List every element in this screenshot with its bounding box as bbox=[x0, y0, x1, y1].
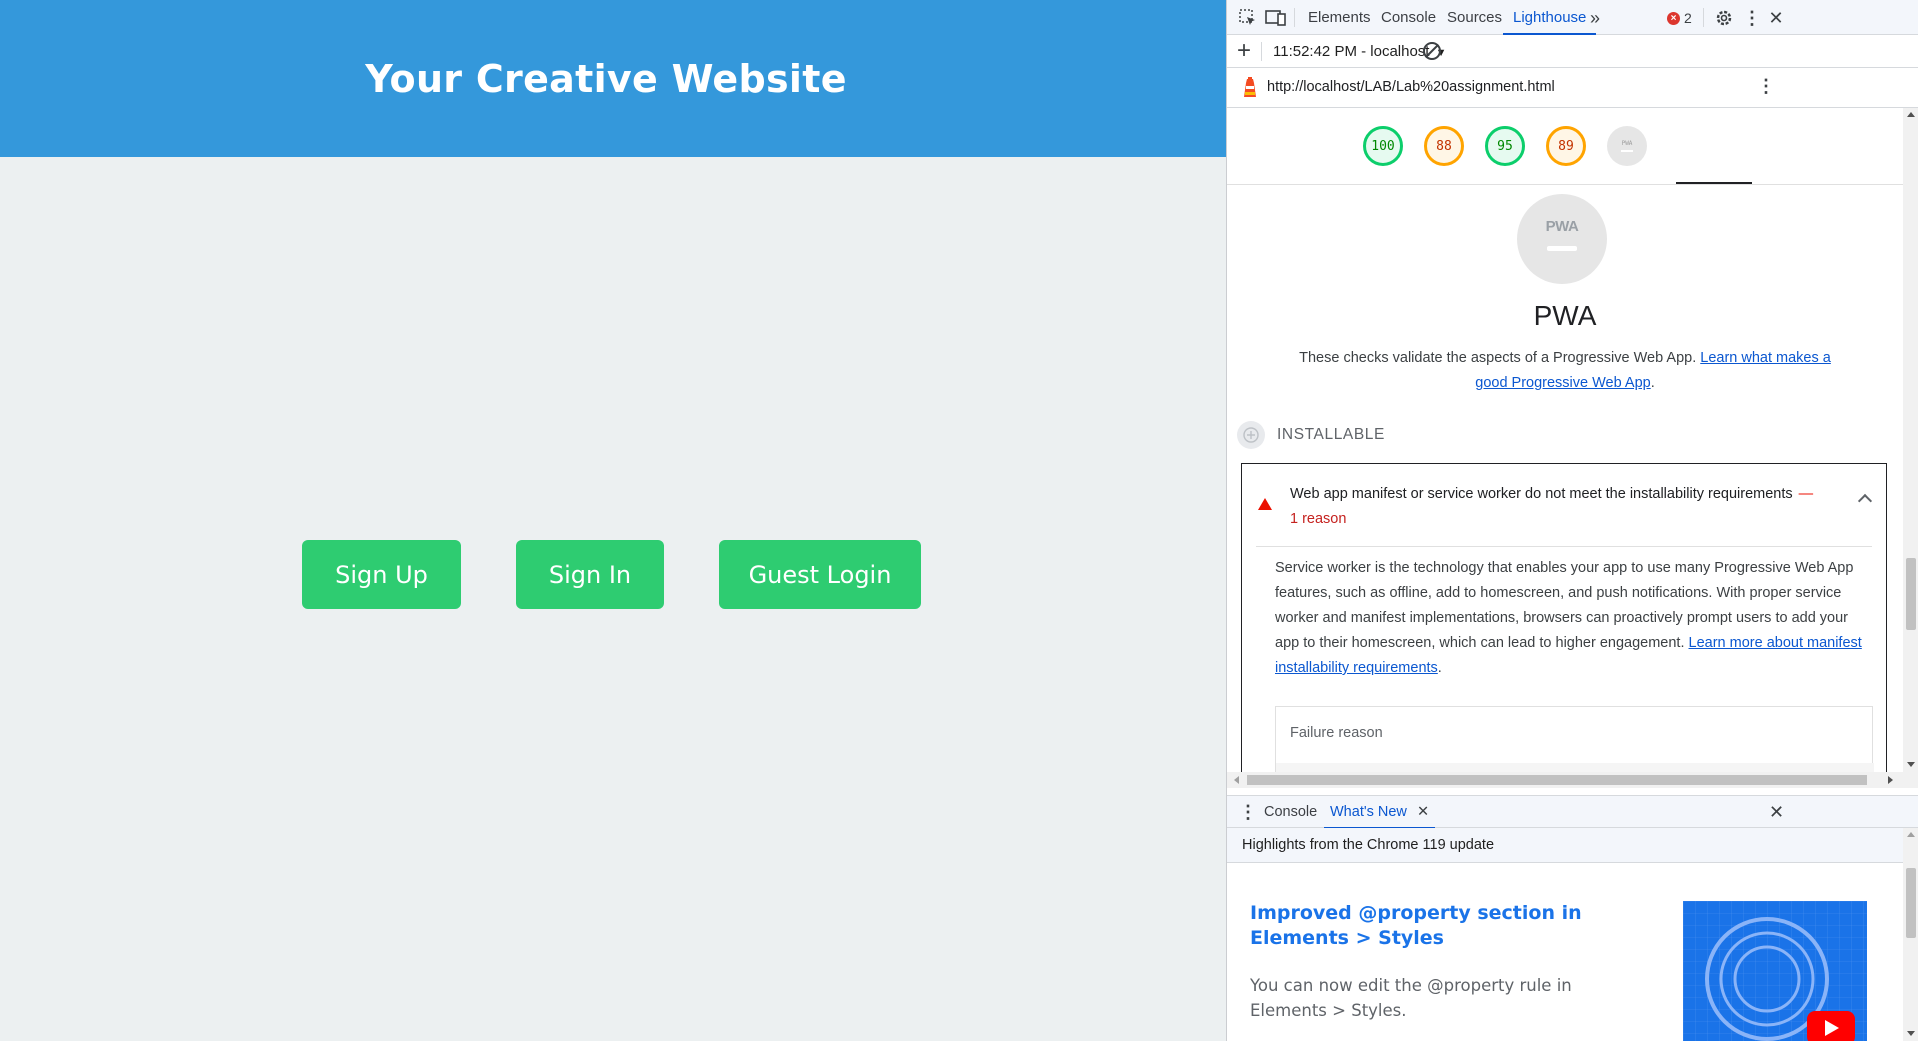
site-header: Your Creative Website bbox=[0, 0, 1226, 157]
score-gauge-pwa[interactable]: PWA bbox=[1607, 126, 1647, 166]
installable-plus-icon bbox=[1237, 421, 1265, 449]
score-gauges: 100 88 95 89 PWA bbox=[1227, 108, 1903, 185]
report-url-bar: http://localhost/LAB/Lab%20assignment.ht… bbox=[1227, 68, 1918, 108]
error-count: 2 bbox=[1684, 10, 1692, 26]
feature-video-thumbnail[interactable] bbox=[1683, 901, 1867, 1041]
lighthouse-logo-icon bbox=[1241, 77, 1259, 103]
scroll-up-arrow-icon[interactable] bbox=[1907, 112, 1915, 117]
close-drawer-icon[interactable]: ✕ bbox=[1769, 802, 1784, 823]
clear-all-icon[interactable] bbox=[1423, 42, 1441, 60]
pwa-gauge-dash bbox=[1621, 150, 1633, 152]
drawer-menu-icon[interactable]: ⋮ bbox=[1239, 802, 1257, 823]
scroll-right-arrow-icon[interactable] bbox=[1888, 776, 1893, 784]
score-gauge-seo[interactable]: 89 bbox=[1546, 126, 1586, 166]
audit-description: Service worker is the technology that en… bbox=[1275, 556, 1865, 681]
new-report-icon[interactable]: + bbox=[1237, 37, 1251, 65]
audit-title-text: Web app manifest or service worker do no… bbox=[1290, 486, 1793, 502]
devtools-tabbar: Elements Console Sources Lighthouse » × … bbox=[1227, 0, 1918, 35]
whats-new-content: Improved @property section in Elements >… bbox=[1227, 863, 1903, 1041]
scroll-left-arrow-icon[interactable] bbox=[1234, 776, 1239, 784]
feature-title[interactable]: Improved @property section in Elements >… bbox=[1250, 901, 1610, 951]
tabbar-divider bbox=[1294, 8, 1295, 27]
site-title: Your Creative Website bbox=[365, 56, 847, 101]
category-description-text: These checks validate the aspects of a P… bbox=[1299, 350, 1701, 366]
whats-new-highlight: Highlights from the Chrome 119 update bbox=[1242, 837, 1495, 853]
score-gauge-accessibility[interactable]: 88 bbox=[1424, 126, 1464, 166]
error-icon: × bbox=[1667, 11, 1680, 25]
scroll-down-arrow-icon[interactable] bbox=[1907, 1031, 1915, 1036]
report-url: http://localhost/LAB/Lab%20assignment.ht… bbox=[1267, 79, 1555, 95]
audit-dash: — bbox=[1798, 486, 1814, 502]
installability-audit[interactable]: Web app manifest or service worker do no… bbox=[1241, 463, 1887, 772]
error-counter[interactable]: × 2 bbox=[1667, 10, 1692, 26]
audit-description-period: . bbox=[1437, 660, 1442, 676]
category-description: These checks validate the aspects of a P… bbox=[1297, 346, 1833, 396]
chevron-up-icon[interactable] bbox=[1857, 493, 1873, 509]
category-title: PWA bbox=[1533, 300, 1597, 331]
pwa-gauge-logo: PWA bbox=[1621, 140, 1633, 147]
whats-new-header: Highlights from the Chrome 119 update bbox=[1227, 828, 1918, 863]
report-horizontal-scrollbar[interactable] bbox=[1227, 772, 1918, 788]
fail-triangle-icon bbox=[1258, 498, 1272, 510]
feature-text: You can now edit the @property rule in E… bbox=[1250, 976, 1572, 1020]
audit-title: Web app manifest or service worker do no… bbox=[1290, 482, 1850, 532]
tabbar-divider bbox=[1703, 8, 1704, 27]
installable-group-header: INSTALLABLE bbox=[1237, 420, 1385, 450]
failure-reason-header: Failure reason bbox=[1290, 725, 1383, 741]
toolbar-divider bbox=[1261, 42, 1262, 61]
scroll-up-arrow-icon[interactable] bbox=[1907, 832, 1915, 837]
description-period: . bbox=[1650, 375, 1655, 391]
tab-console[interactable]: Console bbox=[1381, 0, 1436, 35]
drawer-tab-whats-new-label: What's New bbox=[1330, 804, 1407, 820]
report-vertical-scrollbar[interactable] bbox=[1903, 108, 1918, 772]
close-devtools-icon[interactable]: ✕ bbox=[1765, 7, 1787, 29]
failure-reason-table: Failure reason bbox=[1275, 706, 1874, 772]
audit-reason-count: 1 reason bbox=[1290, 511, 1347, 527]
scrollbar-thumb[interactable] bbox=[1906, 868, 1916, 938]
report-selector[interactable]: 11:52:42 PM - localhost ▼ bbox=[1273, 43, 1447, 60]
tab-lighthouse[interactable]: Lighthouse bbox=[1503, 0, 1597, 35]
scrollbar-thumb[interactable] bbox=[1906, 558, 1916, 630]
drawer-vertical-scrollbar[interactable] bbox=[1903, 828, 1918, 1041]
audit-divider bbox=[1256, 546, 1872, 547]
lighthouse-toolbar: + 11:52:42 PM - localhost ▼ bbox=[1227, 35, 1918, 68]
score-gauge-best-practices[interactable]: 95 bbox=[1485, 126, 1525, 166]
settings-gear-icon[interactable] bbox=[1713, 7, 1735, 29]
score-gauge-performance[interactable]: 100 bbox=[1363, 126, 1403, 166]
drawer-tab-console[interactable]: Console bbox=[1264, 804, 1317, 820]
sign-up-button[interactable]: Sign Up bbox=[302, 540, 461, 609]
active-gauge-underline bbox=[1676, 182, 1752, 184]
pwa-category-gauge: PWA bbox=[1517, 194, 1607, 284]
tab-sources[interactable]: Sources bbox=[1447, 0, 1502, 35]
sign-in-button[interactable]: Sign In bbox=[516, 540, 664, 609]
installable-label: INSTALLABLE bbox=[1277, 426, 1385, 443]
scroll-down-arrow-icon[interactable] bbox=[1907, 762, 1915, 767]
scrollbar-thumb[interactable] bbox=[1247, 775, 1867, 785]
drawer-tab-whats-new[interactable]: What's New ✕ bbox=[1324, 796, 1436, 829]
report-selector-label: 11:52:42 PM - localhost bbox=[1273, 43, 1430, 60]
lighthouse-report: PWA PWA These checks validate the aspect… bbox=[1227, 186, 1903, 772]
report-menu-icon[interactable]: ⋮ bbox=[1757, 76, 1775, 97]
tab-elements[interactable]: Elements bbox=[1308, 0, 1371, 35]
pwa-score-dash bbox=[1547, 246, 1577, 251]
device-toolbar-icon[interactable] bbox=[1265, 7, 1287, 29]
website-viewport: Your Creative Website Sign Up Sign In Gu… bbox=[0, 0, 1226, 1041]
pwa-logo-icon: PWA bbox=[1545, 218, 1579, 235]
close-tab-icon[interactable]: ✕ bbox=[1417, 804, 1429, 820]
devtools-panel: Elements Console Sources Lighthouse » × … bbox=[1226, 0, 1918, 1041]
more-tabs-icon[interactable]: » bbox=[1584, 7, 1606, 29]
kebab-menu-icon[interactable]: ⋮ bbox=[1741, 7, 1763, 29]
drawer-tabbar: ⋮ Console What's New ✕ ✕ bbox=[1227, 795, 1918, 829]
table-row bbox=[1276, 763, 1874, 772]
guest-login-button[interactable]: Guest Login bbox=[719, 540, 921, 609]
inspect-element-icon[interactable] bbox=[1237, 7, 1259, 29]
